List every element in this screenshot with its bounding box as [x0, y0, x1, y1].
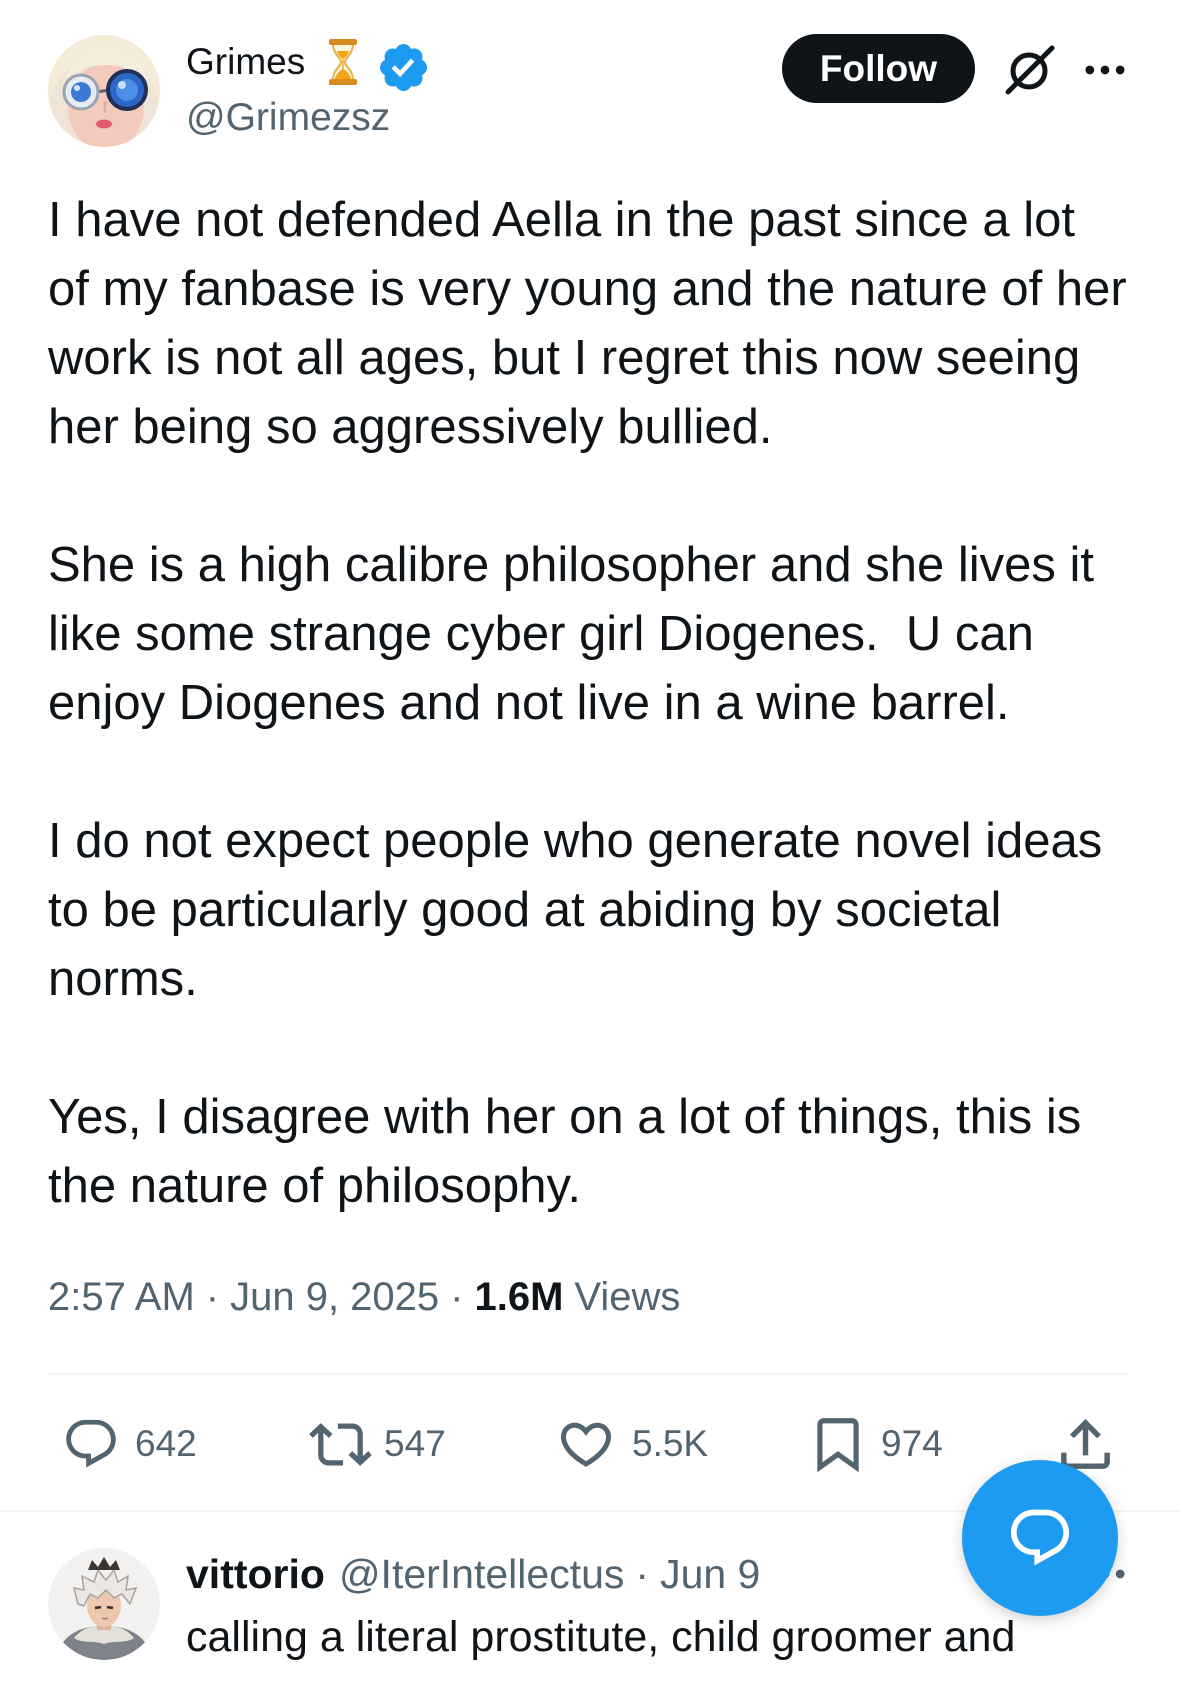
tweet-date[interactable]: Jun 9, 2025 — [230, 1272, 439, 1322]
reply-button[interactable]: 642 — [62, 1411, 197, 1477]
reply-header: vittorio @IterIntellectus · Jun 9 — [186, 1548, 760, 1600]
tweet-text-line: like some strange cyber girl Diogenes. U… — [48, 607, 1034, 661]
tweet-paragraph: I have not defended Aella in the past si… — [48, 186, 1127, 462]
tweet-text: I have not defended Aella in the past si… — [48, 186, 1127, 1221]
reply-avatar[interactable] — [48, 1548, 160, 1660]
tweet-text-line: She is a high calibre philosopher and sh… — [48, 538, 1094, 592]
like-count: 5.5K — [632, 1423, 709, 1464]
divider — [48, 1373, 1128, 1375]
meta-separator: · — [205, 1275, 220, 1319]
bookmark-button[interactable]: 974 — [807, 1411, 943, 1477]
like-button[interactable]: 5.5K — [556, 1411, 708, 1477]
tweet-text-line: work is not all ages, but I regret this … — [48, 331, 1081, 385]
reply-text: calling a literal prostitute, child groo… — [186, 1613, 1016, 1661]
tweet-text-line: enjoy Diogenes and not live in a wine ba… — [48, 676, 1010, 730]
bookmark-icon[interactable] — [807, 1413, 869, 1475]
repost-count: 547 — [384, 1423, 446, 1464]
reply-avatar-image — [48, 1548, 160, 1660]
tweet-text-line: the nature of philosophy. — [48, 1159, 582, 1213]
tweet-text-line: of my fanbase is very young and the natu… — [48, 262, 1127, 316]
author-name-row: Grimes — [186, 36, 431, 91]
reply-count: 642 — [135, 1423, 197, 1464]
like-icon[interactable] — [556, 1414, 616, 1474]
meta-separator: · — [450, 1275, 464, 1319]
tweet-time[interactable]: 2:57 AM — [48, 1272, 195, 1322]
tweet-text-line: I have not defended Aella in the past si… — [48, 193, 1076, 247]
hourglass-icon — [329, 39, 358, 85]
tweet-text-line: her being so aggressively bullied. — [48, 400, 773, 454]
tweet-text-line: to be particularly good at abiding by so… — [48, 883, 1002, 937]
reply-compose-button[interactable] — [962, 1460, 1118, 1616]
avatar[interactable] — [48, 35, 160, 147]
more-icon[interactable] — [1079, 44, 1131, 96]
avatar-image — [48, 35, 160, 147]
reply-display-name[interactable]: vittorio — [186, 1548, 325, 1600]
tweet-paragraph: I do not expect people who generate nove… — [48, 807, 1127, 1014]
views-count[interactable]: 1.6M — [474, 1272, 563, 1322]
reply-handle[interactable]: @IterIntellectus — [339, 1548, 624, 1600]
tweet-paragraph: Yes, I disagree with her on a lot of thi… — [48, 1083, 1127, 1221]
verified-badge-icon[interactable] — [376, 40, 431, 95]
tweet-paragraph: She is a high calibre philosopher and sh… — [48, 531, 1127, 738]
tweet-meta: 2:57 AM · Jun 9, 2025 · 1.6M Views — [48, 1272, 680, 1322]
grok-icon[interactable] — [1000, 42, 1058, 98]
bookmark-count: 974 — [881, 1423, 943, 1464]
reply-date[interactable]: Jun 9 — [660, 1548, 760, 1600]
follow-button[interactable]: Follow — [782, 34, 975, 103]
chat-bubble-icon[interactable] — [1006, 1504, 1074, 1572]
author-handle[interactable]: @Grimezsz — [186, 94, 390, 142]
reply-separator: · — [635, 1551, 650, 1597]
repost-button[interactable]: 547 — [309, 1411, 446, 1477]
tweet-text-line: norms. — [48, 952, 198, 1006]
tweet-text-line: Yes, I disagree with her on a lot of thi… — [48, 1090, 1082, 1144]
reply-icon[interactable] — [62, 1415, 120, 1473]
repost-icon[interactable] — [309, 1413, 372, 1476]
author-display-name[interactable]: Grimes — [186, 36, 305, 88]
views-label[interactable]: Views — [574, 1272, 680, 1322]
tweet-text-line: I do not expect people who generate nove… — [48, 814, 1103, 868]
